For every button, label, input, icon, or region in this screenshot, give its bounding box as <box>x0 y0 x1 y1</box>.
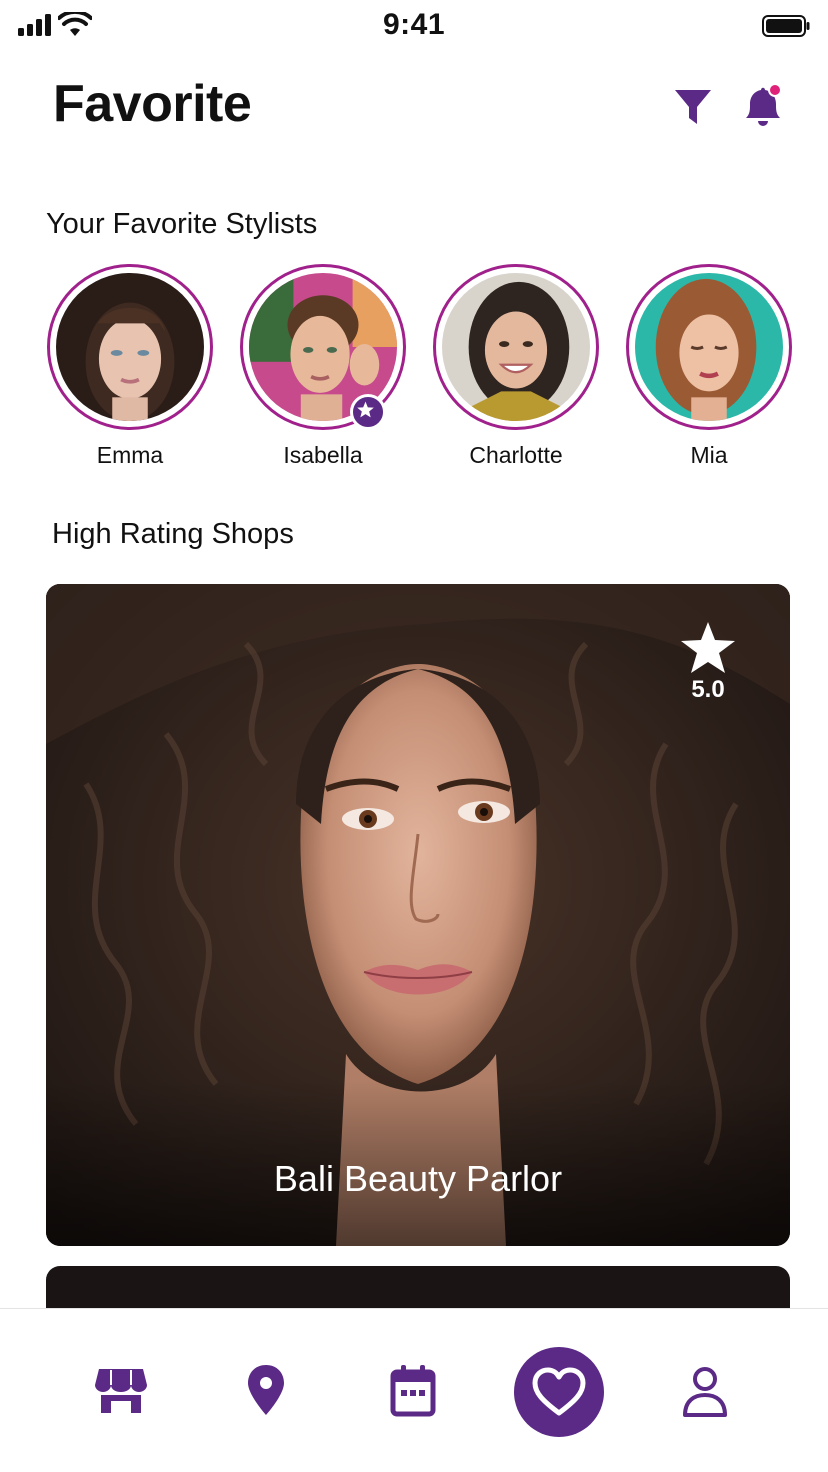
stylist-avatar-ring <box>433 264 599 430</box>
status-time: 9:41 <box>382 8 446 41</box>
nav-location[interactable] <box>236 1361 296 1421</box>
stylist-card[interactable]: Mia <box>624 264 794 474</box>
stylist-avatar <box>635 273 783 421</box>
stylist-avatar-ring <box>47 264 213 430</box>
star-icon <box>681 622 735 673</box>
stylist-avatar-ring <box>626 264 792 430</box>
shop-name: Bali Beauty Parlor <box>273 1158 563 1199</box>
stylist-name: Isabella <box>283 442 363 468</box>
rating-value: 5.0 <box>691 676 725 703</box>
shop-icon <box>95 1369 147 1413</box>
notification-dot <box>768 83 782 97</box>
shop-card[interactable]: 5.0 Bali Beauty Parlor <box>46 584 790 1246</box>
battery-icon <box>762 15 810 37</box>
stylist-name: Charlotte <box>469 442 563 468</box>
nav-profile[interactable] <box>675 1361 735 1421</box>
bottom-nav <box>0 1308 828 1472</box>
heart-icon <box>532 1367 586 1416</box>
nav-calendar[interactable] <box>383 1361 443 1421</box>
page-title: Favorite <box>53 75 252 133</box>
filter-icon[interactable] <box>672 86 714 128</box>
stylist-card[interactable]: Emma <box>45 264 215 474</box>
nav-favorite[interactable] <box>514 1347 604 1437</box>
profile-icon <box>683 1367 727 1417</box>
location-pin-icon <box>248 1365 284 1415</box>
star-icon <box>357 401 374 418</box>
calendar-icon <box>390 1365 436 1417</box>
stylist-avatar <box>56 273 204 421</box>
stylist-avatar <box>442 273 590 421</box>
stylists-row: Emma Isabella Charlotte Mia <box>0 264 828 474</box>
shop-rating: 5.0 <box>676 620 740 704</box>
stylist-card[interactable]: Charlotte <box>431 264 601 474</box>
nav-shop[interactable] <box>91 1361 151 1421</box>
featured-star-badge <box>350 394 386 430</box>
stylists-section-title: Your Favorite Stylists <box>46 208 318 240</box>
status-bar: 9:41 <box>0 0 828 52</box>
stylist-name: Emma <box>96 442 164 468</box>
stylist-name: Mia <box>690 442 728 468</box>
shops-section-title: High Rating Shops <box>52 518 294 550</box>
notification-bell-icon[interactable] <box>740 82 786 130</box>
stylist-card[interactable]: Isabella <box>238 264 408 474</box>
